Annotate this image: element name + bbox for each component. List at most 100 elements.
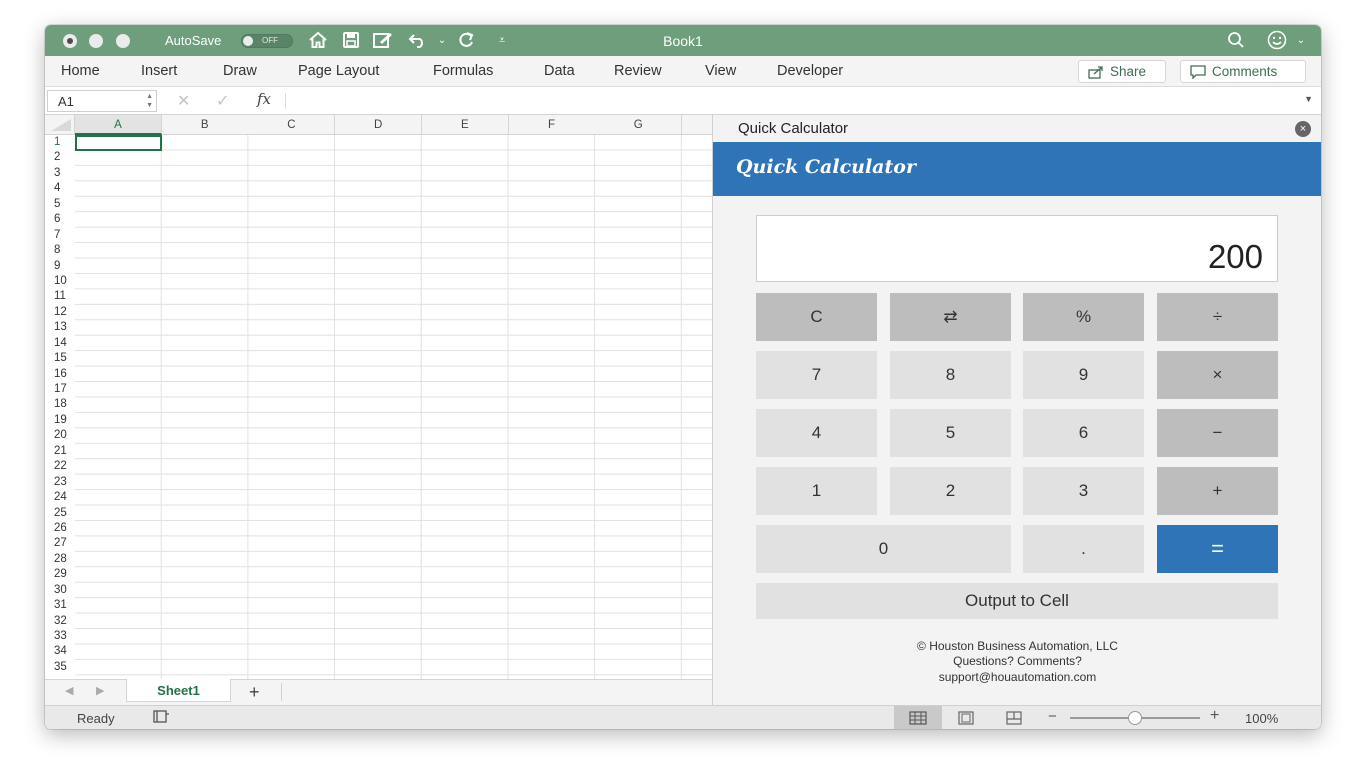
tab-insert[interactable]: Insert <box>141 63 177 79</box>
row-header-1[interactable]: 1 <box>45 135 75 151</box>
row-header-12[interactable]: 12 <box>45 304 75 321</box>
row-header-34[interactable]: 34 <box>45 644 75 660</box>
name-box-stepper-icon[interactable]: ▲ ▼ <box>146 92 153 110</box>
row-header-8[interactable]: 8 <box>45 243 75 259</box>
percent-button[interactable]: % <box>1023 293 1144 341</box>
column-header-f[interactable]: F <box>508 115 596 135</box>
normal-view-button[interactable] <box>894 706 942 729</box>
row-header-10[interactable]: 10 <box>45 273 75 290</box>
expand-formula-bar-icon[interactable]: ▼ <box>1304 94 1313 104</box>
page-layout-view-button[interactable] <box>942 706 990 729</box>
row-header-29[interactable]: 29 <box>45 567 75 583</box>
tab-developer[interactable]: Developer <box>777 63 843 79</box>
column-header-b[interactable]: B <box>161 115 249 135</box>
support-email-link[interactable]: support@houautomation.com <box>713 670 1321 684</box>
divide-button[interactable]: ÷ <box>1157 293 1278 341</box>
column-header-g[interactable]: G <box>595 115 683 135</box>
row-header-7[interactable]: 7 <box>45 227 75 244</box>
subtract-button[interactable]: − <box>1157 409 1278 457</box>
zoom-in-button[interactable]: + <box>1210 707 1219 725</box>
row-header-9[interactable]: 9 <box>45 258 75 274</box>
row-header-22[interactable]: 22 <box>45 459 75 475</box>
share-button[interactable]: Share <box>1078 60 1166 83</box>
clear-button[interactable]: C <box>756 293 877 341</box>
row-header-19[interactable]: 19 <box>45 412 75 429</box>
row-header-28[interactable]: 28 <box>45 551 75 568</box>
close-pane-button[interactable]: × <box>1295 121 1311 137</box>
comments-button[interactable]: Comments <box>1180 60 1306 83</box>
digit-3-button[interactable]: 3 <box>1023 467 1144 515</box>
column-header-d[interactable]: D <box>335 115 423 135</box>
row-header-21[interactable]: 21 <box>45 443 75 460</box>
column-header-c[interactable]: C <box>248 115 336 135</box>
digit-2-button[interactable]: 2 <box>890 467 1011 515</box>
row-header-3[interactable]: 3 <box>45 165 75 182</box>
tab-draw[interactable]: Draw <box>223 63 257 79</box>
row-header-30[interactable]: 30 <box>45 582 75 599</box>
row-header-23[interactable]: 23 <box>45 474 75 491</box>
digit-0-button[interactable]: 0 <box>756 525 1011 573</box>
zoom-out-button[interactable]: − <box>1048 708 1057 725</box>
chevron-down-icon[interactable]: ⌄ <box>1290 30 1312 50</box>
row-header-16[interactable]: 16 <box>45 366 75 382</box>
zoom-level[interactable]: 100% <box>1245 711 1278 726</box>
digit-7-button[interactable]: 7 <box>756 351 877 399</box>
digit-5-button[interactable]: 5 <box>890 409 1011 457</box>
row-header-33[interactable]: 33 <box>45 629 75 645</box>
formula-input[interactable] <box>293 92 1253 110</box>
cell-area[interactable] <box>75 135 712 679</box>
row-header-35[interactable]: 35 <box>45 659 75 676</box>
row-header-2[interactable]: 2 <box>45 150 75 166</box>
row-header-13[interactable]: 13 <box>45 320 75 336</box>
feedback-smiley-icon[interactable] <box>1267 30 1289 50</box>
confirm-entry-icon[interactable]: ✓ <box>216 91 229 111</box>
row-header-4[interactable]: 4 <box>45 181 75 197</box>
decimal-button[interactable]: . <box>1023 525 1144 573</box>
equals-button[interactable]: = <box>1157 525 1278 573</box>
row-header-5[interactable]: 5 <box>45 196 75 213</box>
row-header-15[interactable]: 15 <box>45 351 75 367</box>
search-icon[interactable] <box>1225 30 1247 50</box>
digit-8-button[interactable]: 8 <box>890 351 1011 399</box>
row-header-25[interactable]: 25 <box>45 505 75 521</box>
row-header-24[interactable]: 24 <box>45 490 75 506</box>
next-sheet-icon[interactable]: ▶ <box>96 684 104 697</box>
zoom-slider-handle[interactable] <box>1128 711 1142 725</box>
tab-page-layout[interactable]: Page Layout <box>298 63 379 79</box>
page-break-view-button[interactable] <box>990 706 1038 729</box>
sheet-tab-sheet1[interactable]: Sheet1 <box>126 679 231 702</box>
row-header-27[interactable]: 27 <box>45 536 75 552</box>
add-button[interactable]: + <box>1157 467 1278 515</box>
output-to-cell-button[interactable]: Output to Cell <box>756 583 1278 619</box>
tab-review[interactable]: Review <box>614 63 662 79</box>
digit-9-button[interactable]: 9 <box>1023 351 1144 399</box>
row-header-6[interactable]: 6 <box>45 212 75 228</box>
tab-formulas[interactable]: Formulas <box>433 63 493 79</box>
row-header-11[interactable]: 11 <box>45 289 75 305</box>
row-header-32[interactable]: 32 <box>45 613 75 629</box>
row-header-14[interactable]: 14 <box>45 335 75 352</box>
select-all-button[interactable] <box>45 115 75 135</box>
selected-cell[interactable] <box>75 135 162 151</box>
row-header-20[interactable]: 20 <box>45 428 75 444</box>
row-header-17[interactable]: 17 <box>45 382 75 398</box>
column-header-e[interactable]: E <box>421 115 509 135</box>
digit-6-button[interactable]: 6 <box>1023 409 1144 457</box>
sign-toggle-button[interactable]: ⇄ <box>890 293 1011 341</box>
tab-view[interactable]: View <box>705 63 736 79</box>
row-header-31[interactable]: 31 <box>45 598 75 614</box>
macro-recording-icon[interactable] <box>151 709 171 729</box>
column-header-partial[interactable] <box>681 115 712 135</box>
add-sheet-button[interactable]: + <box>249 682 260 703</box>
insert-function-button[interactable]: fx <box>257 90 271 108</box>
digit-1-button[interactable]: 1 <box>756 467 877 515</box>
digit-4-button[interactable]: 4 <box>756 409 877 457</box>
column-header-a[interactable]: A <box>75 115 162 135</box>
previous-sheet-icon[interactable]: ◀ <box>65 684 73 697</box>
tab-home[interactable]: Home <box>61 63 100 79</box>
row-header-18[interactable]: 18 <box>45 397 75 413</box>
multiply-button[interactable]: × <box>1157 351 1278 399</box>
cancel-entry-icon[interactable]: ✕ <box>177 91 190 111</box>
name-box[interactable]: A1 ▲ ▼ <box>47 90 157 112</box>
row-header-26[interactable]: 26 <box>45 520 75 537</box>
